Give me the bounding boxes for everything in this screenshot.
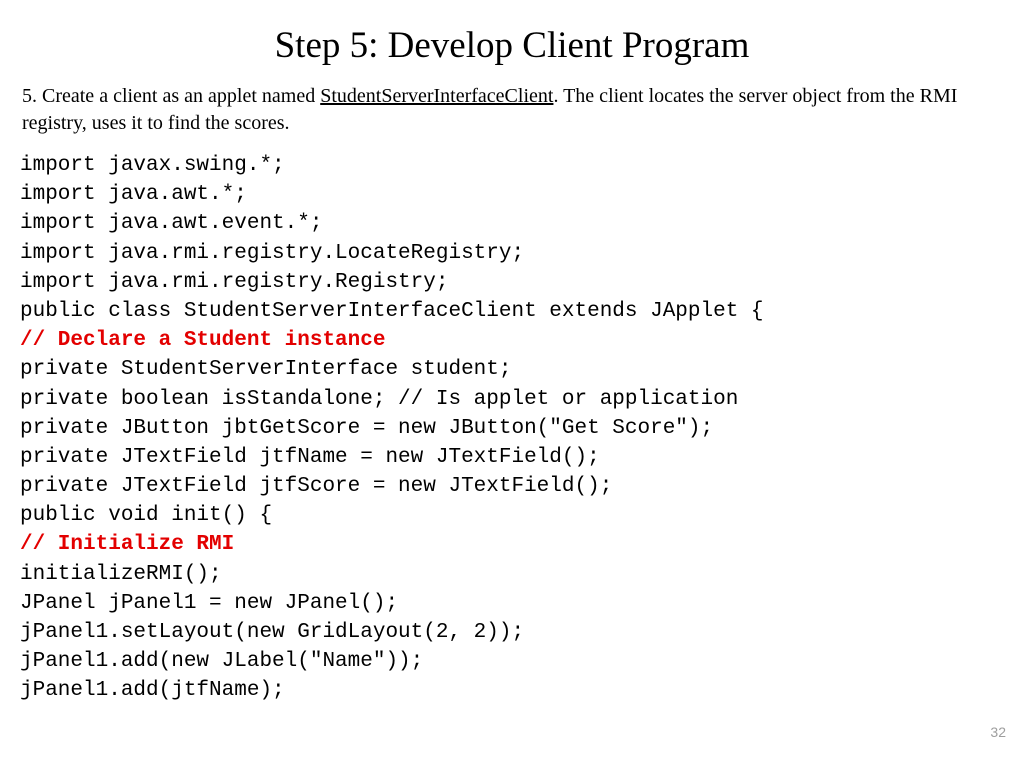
- class-name-link: StudentServerInterfaceClient: [320, 85, 553, 107]
- code-line: jPanel1.add(jtfName);: [20, 679, 285, 702]
- code-block: import javax.swing.*; import java.awt.*;…: [20, 151, 1004, 706]
- code-line: private StudentServerInterface student;: [20, 358, 511, 381]
- code-line: jPanel1.setLayout(new GridLayout(2, 2));: [20, 621, 524, 644]
- code-line: public void init() {: [20, 504, 272, 527]
- code-line: import java.rmi.registry.LocateRegistry;: [20, 242, 524, 265]
- code-line: initializeRMI();: [20, 563, 222, 586]
- code-line: import java.awt.*;: [20, 183, 247, 206]
- code-line: private JTextField jtfScore = new JTextF…: [20, 475, 612, 498]
- page-number: 32: [990, 724, 1006, 740]
- code-line: private boolean isStandalone; // Is appl…: [20, 388, 738, 411]
- code-comment: // Declare a Student instance: [20, 329, 385, 352]
- code-comment: // Initialize RMI: [20, 533, 234, 556]
- code-line: private JTextField jtfName = new JTextFi…: [20, 446, 600, 469]
- code-line: public class StudentServerInterfaceClien…: [20, 300, 764, 323]
- slide-title: Step 5: Develop Client Program: [20, 24, 1004, 67]
- code-line: import java.awt.event.*;: [20, 212, 322, 235]
- code-line: import javax.swing.*;: [20, 154, 285, 177]
- instruction-prefix: 5. Create a client as an applet named: [22, 85, 320, 107]
- code-line: jPanel1.add(new JLabel("Name"));: [20, 650, 423, 673]
- code-line: import java.rmi.registry.Registry;: [20, 271, 448, 294]
- instruction-text: 5. Create a client as an applet named St…: [20, 83, 1004, 137]
- code-line: private JButton jbtGetScore = new JButto…: [20, 417, 713, 440]
- code-line: JPanel jPanel1 = new JPanel();: [20, 592, 398, 615]
